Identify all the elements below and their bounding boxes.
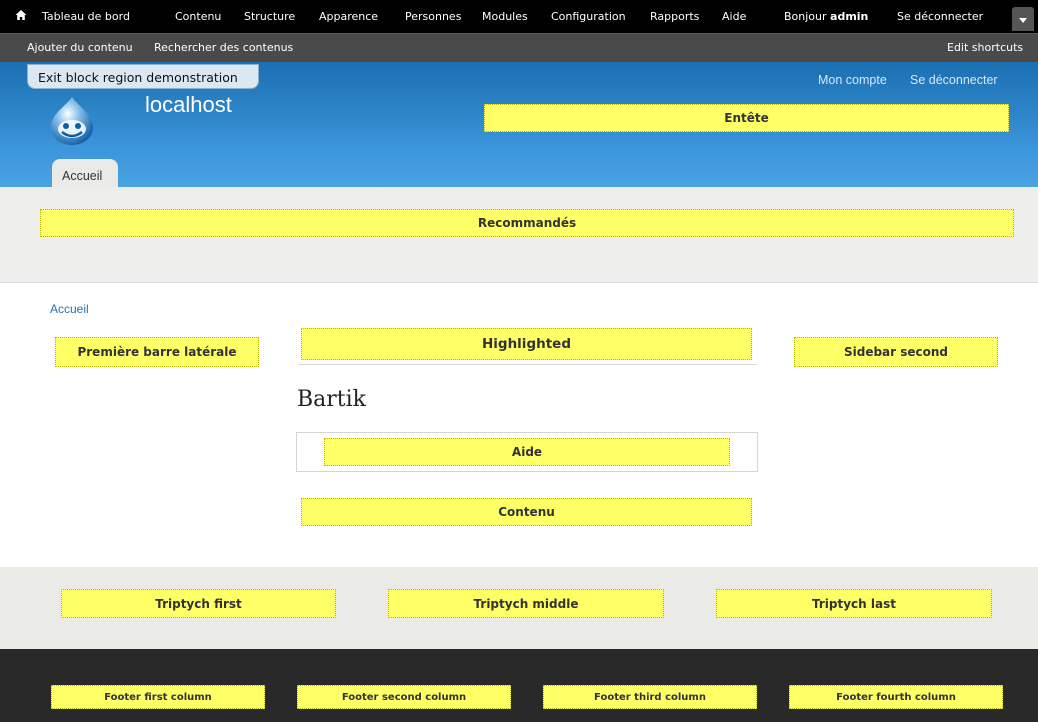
region-header: Entête <box>484 104 1009 132</box>
toolbar-item-reports[interactable]: Rapports <box>650 10 699 23</box>
region-help: Aide <box>324 438 730 466</box>
region-sidebar-first: Première barre latérale <box>55 337 259 367</box>
toolbar-item-dashboard[interactable]: Tableau de bord <box>42 10 130 23</box>
region-content: Contenu <box>301 498 752 526</box>
shortcut-find-content[interactable]: Rechercher des contenus <box>154 41 293 54</box>
toolbar-drawer-toggle[interactable] <box>1012 7 1034 31</box>
toolbar-greeting: Bonjour admin <box>784 10 868 23</box>
my-account-link[interactable]: Mon compte <box>818 73 887 87</box>
greeting-username[interactable]: admin <box>830 10 868 23</box>
header-logout-link[interactable]: Se déconnecter <box>910 73 998 87</box>
toolbar-item-people[interactable]: Personnes <box>405 10 461 23</box>
toolbar-logout-link[interactable]: Se déconnecter <box>897 10 983 23</box>
toolbar-item-modules[interactable]: Modules <box>482 10 528 23</box>
region-triptych-middle: Triptych middle <box>388 589 664 618</box>
greeting-prefix: Bonjour <box>784 10 827 23</box>
shortcut-add-content[interactable]: Ajouter du contenu <box>27 41 133 54</box>
toolbar-item-appearance[interactable]: Apparence <box>319 10 378 23</box>
region-highlighted: Highlighted <box>301 328 752 360</box>
tab-home[interactable]: Accueil <box>52 159 118 187</box>
region-footer-fourth: Footer fourth column <box>789 685 1003 709</box>
divider <box>298 364 757 365</box>
region-footer-second: Footer second column <box>297 685 511 709</box>
page-title: Bartik <box>297 387 367 412</box>
edit-shortcuts-link[interactable]: Edit shortcuts <box>947 41 1023 54</box>
exit-demonstration-link[interactable]: Exit block region demonstration <box>27 64 259 89</box>
drupal-logo-icon[interactable] <box>48 96 96 146</box>
chevron-down-icon <box>1019 18 1027 23</box>
toolbar-item-help[interactable]: Aide <box>722 10 746 23</box>
region-sidebar-second: Sidebar second <box>794 337 998 367</box>
toolbar-item-structure[interactable]: Structure <box>244 10 295 23</box>
breadcrumb-home-link[interactable]: Accueil <box>50 302 89 316</box>
region-triptych-first: Triptych first <box>61 589 336 618</box>
region-triptych-last: Triptych last <box>716 589 992 618</box>
region-featured: Recommandés <box>40 209 1014 237</box>
home-icon[interactable] <box>15 9 27 21</box>
site-name[interactable]: localhost <box>145 92 232 118</box>
region-footer-first: Footer first column <box>51 685 265 709</box>
toolbar-item-configuration[interactable]: Configuration <box>551 10 626 23</box>
toolbar-item-content[interactable]: Contenu <box>175 10 221 23</box>
region-footer-third: Footer third column <box>543 685 757 709</box>
